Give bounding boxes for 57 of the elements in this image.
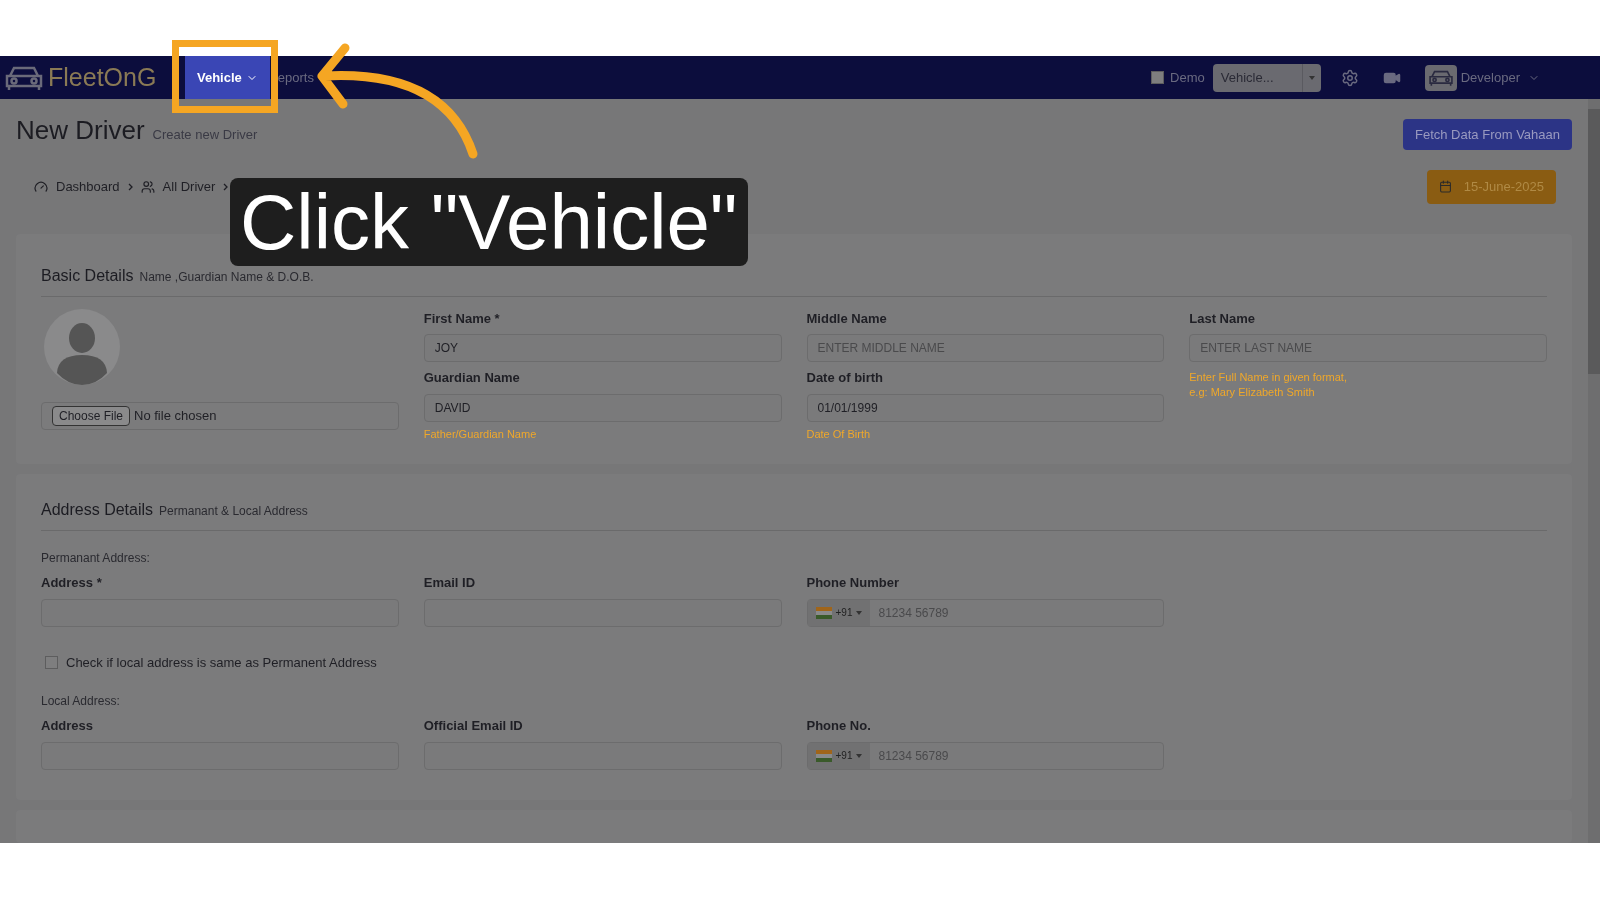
country-code-dropdown[interactable]: +91 — [807, 742, 871, 769]
choose-file-button[interactable]: Choose File — [52, 405, 131, 426]
demo-checkbox[interactable] — [1151, 71, 1165, 84]
chevron-right-icon — [223, 182, 229, 191]
field-label: Middle Name — [806, 309, 888, 328]
caret-icon — [856, 610, 863, 615]
logo-text: FleetOnG — [48, 61, 157, 93]
field-label: Phone Number — [806, 574, 900, 592]
section-title: Address Details — [41, 500, 154, 520]
checkbox-label: Check if local address is same as Permanent Address — [66, 653, 377, 672]
field-hint: Father/Guardian Name — [423, 426, 538, 442]
calendar-icon — [1438, 180, 1452, 194]
field-label: Address * — [41, 574, 103, 592]
page-subtitle: Create new Driver — [152, 126, 258, 144]
breadcrumb-link[interactable]: Dashboard — [56, 177, 120, 197]
checkbox[interactable] — [45, 655, 58, 669]
user-menu[interactable]: Developer — [1460, 67, 1540, 88]
field-label: Official Email ID — [423, 717, 524, 735]
file-status: No file chosen — [134, 406, 217, 425]
format-note: Enter Full Name in given format, — [1189, 370, 1348, 385]
field-hint: Date Of Birth — [806, 426, 872, 442]
field-label: Address — [41, 717, 95, 735]
users-icon — [140, 179, 155, 194]
file-input[interactable]: Choose File No file chosen — [41, 401, 399, 430]
flag-icon — [815, 606, 832, 619]
nav-menu-item[interactable]: Vehicle — [185, 56, 270, 99]
caret-icon — [856, 753, 863, 758]
settings-icon[interactable] — [1340, 68, 1359, 87]
field-label: Email ID — [423, 574, 477, 592]
car-icon — [1427, 68, 1454, 87]
section-subtitle: Permanant & Local Address — [159, 503, 308, 520]
instruction-caption: Click "Vehicle" — [230, 178, 748, 266]
caret-icon — [1308, 75, 1315, 80]
field-label: Phone No. — [806, 717, 872, 735]
breadcrumb-link[interactable]: All Driver — [162, 177, 216, 197]
chevron-right-icon — [127, 182, 133, 191]
country-code-dropdown[interactable]: +91 — [807, 599, 871, 626]
field-label: Last Name — [1189, 309, 1256, 328]
field-label: Date of birth — [806, 369, 885, 387]
page-title: New Driver — [16, 114, 145, 147]
group-label: Local Address: — [41, 693, 121, 710]
group-label: Permanant Address: — [41, 550, 151, 567]
field-label: First Name * — [423, 309, 501, 328]
demo-label: Demo — [1170, 68, 1205, 87]
vehicle-select[interactable]: Vehicle... — [1212, 63, 1321, 92]
format-note: e.g: Mary Elizabeth Smith — [1189, 385, 1316, 400]
input-field[interactable]: DAVID — [423, 393, 782, 422]
nav-menu-item[interactable]: eports — [269, 56, 322, 99]
fetch-data-button[interactable]: Fetch Data From Vahaan — [1403, 118, 1572, 150]
input-field[interactable]: 01/01/1999 — [806, 393, 1165, 422]
dashboard-icon — [34, 179, 48, 194]
user-avatar[interactable] — [1424, 64, 1457, 91]
section-title: Basic Details — [41, 265, 134, 286]
section-subtitle: Name ,Guardian Name & D.O.B. — [139, 268, 314, 286]
input-field[interactable]: JOY — [423, 334, 782, 362]
field-label: Guardian Name — [423, 369, 521, 387]
flag-icon — [815, 749, 832, 762]
